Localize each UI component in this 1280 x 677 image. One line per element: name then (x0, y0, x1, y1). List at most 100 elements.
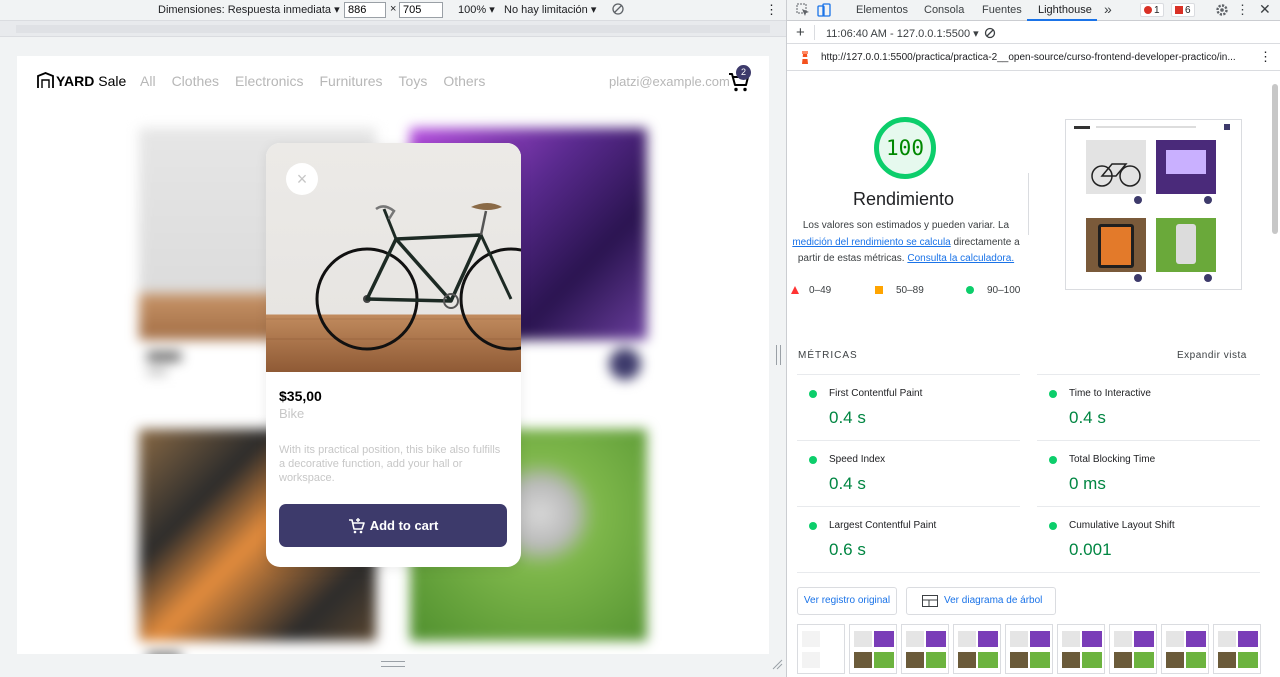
product-detail-image: × (266, 143, 521, 372)
tab-lighthouse[interactable]: Lighthouse (1038, 4, 1092, 16)
metric-cls: Cumulative Layout Shift 0.001 (1037, 506, 1260, 572)
nav-link-others[interactable]: Others (443, 73, 485, 89)
filmstrip-frame[interactable] (1057, 624, 1105, 674)
nav-link-all[interactable]: All (140, 73, 156, 89)
view-original-trace-button[interactable]: Ver registro original (797, 587, 897, 615)
nav-link-clothes[interactable]: Clothes (172, 73, 219, 89)
logo-text: YARD Sale (56, 72, 127, 89)
nav-link-electronics[interactable]: Electronics (235, 73, 303, 89)
times-sign: × (390, 3, 397, 15)
pass-circle-icon (1049, 522, 1057, 530)
expand-view-toggle[interactable]: Expandir vista (1177, 350, 1247, 361)
nav-link-furnitures[interactable]: Furnitures (320, 73, 383, 89)
throttling-dropdown[interactable]: No hay limitación ▾ (504, 3, 596, 16)
error-icon (1144, 6, 1152, 14)
product-card-footer (139, 641, 376, 654)
tab-sources[interactable]: Fuentes (982, 4, 1022, 16)
more-options-icon[interactable]: ⋮ (765, 3, 778, 16)
toolbar-divider (814, 25, 815, 40)
filmstrip-frame[interactable] (1005, 624, 1053, 674)
zoom-dropdown[interactable]: 100% ▾ (458, 3, 495, 16)
calculator-link[interactable]: Consulta la calculadora. (907, 253, 1014, 264)
logo[interactable]: YARD Sale (37, 72, 126, 89)
filmstrip (797, 624, 1267, 677)
metric-value: 0.6 s (829, 540, 866, 559)
add-to-cart-button[interactable]: Add to cart (279, 504, 507, 547)
close-devtools-icon[interactable]: ✕ (1259, 1, 1271, 18)
legend-pass: 90–100 (987, 285, 1021, 296)
report-selector[interactable]: 11:06:40 AM - 127.0.0.1:5500 ▾ (826, 27, 979, 40)
inspect-element-icon[interactable] (796, 3, 810, 17)
metric-label: Speed Index (829, 454, 886, 465)
product-card-footer (410, 641, 647, 654)
name-placeholder (147, 368, 167, 375)
metrics-divider (797, 572, 1260, 573)
performance-note: Los valores son estimados y pueden varia… (787, 218, 1025, 268)
report-menu-icon[interactable]: ⋮ (1259, 49, 1272, 65)
resize-corner-icon[interactable] (771, 658, 783, 670)
viewport-width-resize-handle[interactable] (776, 345, 781, 365)
performance-score: 100 (886, 136, 924, 160)
more-tabs-icon[interactable]: » (1104, 1, 1112, 17)
treemap-icon (922, 595, 938, 607)
product-price: $35,00 (279, 388, 322, 404)
metrics-heading: MÉTRICAS (798, 350, 858, 361)
metric-tbt: Total Blocking Time 0 ms (1037, 440, 1260, 506)
add-to-cart-label: Add to cart (369, 518, 439, 533)
summary-divider (1028, 173, 1029, 235)
modal-close-button[interactable]: × (286, 163, 318, 195)
metric-value: 0.4 s (1069, 408, 1106, 427)
add-to-cart-icon[interactable] (609, 348, 641, 380)
rotate-icon[interactable] (611, 2, 625, 16)
user-email[interactable]: platzi@example.com (609, 74, 730, 89)
tab-console[interactable]: Consola (924, 4, 964, 16)
final-screenshot-thumbnail[interactable] (1065, 119, 1242, 290)
pass-circle-icon (809, 456, 817, 464)
filmstrip-frame[interactable] (953, 624, 1001, 674)
error-count-badge[interactable]: 1 (1140, 3, 1164, 17)
pass-circle-icon (809, 522, 817, 530)
clear-reports-icon[interactable] (984, 27, 996, 39)
viewport-width-input[interactable] (344, 2, 386, 18)
viewport-height-input[interactable] (399, 2, 443, 18)
pass-circle-icon (966, 286, 974, 294)
nav-link-toys[interactable]: Toys (399, 73, 428, 89)
metric-tti: Time to Interactive 0.4 s (1037, 374, 1260, 440)
performance-gauge[interactable]: 100 (874, 117, 936, 179)
metric-speed-index: Speed Index 0.4 s (797, 440, 1020, 506)
performance-calc-link[interactable]: medición del rendimiento se calcula (792, 237, 950, 248)
device-toolbar: Dimensiones: Respuesta inmediata ▾ × 100… (0, 0, 786, 21)
legend-average: 50–89 (896, 285, 924, 296)
issue-count-badge[interactable]: 6 (1171, 3, 1195, 17)
filmstrip-frame[interactable] (901, 624, 949, 674)
legend-fail: 0–49 (809, 285, 832, 296)
category-nav: All Clothes Electronics Furnitures Toys … (140, 73, 485, 89)
new-report-button[interactable]: + (796, 24, 805, 41)
metric-value: 0.4 s (829, 474, 866, 493)
metric-fcp: First Contentful Paint 0.4 s (797, 374, 1020, 440)
tab-elements[interactable]: Elementos (856, 4, 908, 16)
viewport-height-resize-handle[interactable] (381, 661, 405, 667)
filmstrip-frame[interactable] (1213, 624, 1261, 674)
note-text: Los valores son estimados y pueden varia… (802, 220, 1010, 231)
filmstrip-frame[interactable] (797, 624, 845, 674)
yard-sale-logo-icon (37, 72, 54, 88)
product-name: Bike (279, 406, 305, 421)
media-query-ruler (0, 21, 786, 37)
product-description: With its practical position, this bike a… (279, 444, 501, 484)
report-url[interactable]: http://127.0.0.1:5500/practica/practica-… (821, 52, 1236, 63)
dimensions-dropdown[interactable]: Dimensiones: Respuesta inmediata ▾ (158, 3, 340, 16)
average-square-icon (875, 286, 883, 294)
report-scrollbar[interactable] (1272, 84, 1278, 234)
filmstrip-frame[interactable] (1109, 624, 1157, 674)
devtools-menu-icon[interactable]: ⋮ (1236, 3, 1249, 16)
filmstrip-frame[interactable] (849, 624, 897, 674)
device-toolbar-icon[interactable] (817, 3, 831, 17)
navbar: YARD Sale All Clothes Electronics Furnit… (17, 56, 769, 108)
devtools-panel: Elementos Consola Fuentes Lighthouse » 1… (787, 0, 1280, 677)
settings-gear-icon[interactable] (1215, 3, 1229, 17)
view-treemap-button[interactable]: Ver diagrama de árbol (906, 587, 1056, 615)
filmstrip-frame[interactable] (1161, 624, 1209, 674)
metric-value: 0.001 (1069, 540, 1112, 559)
devtools-tabbar: Elementos Consola Fuentes Lighthouse » 1… (787, 0, 1280, 21)
